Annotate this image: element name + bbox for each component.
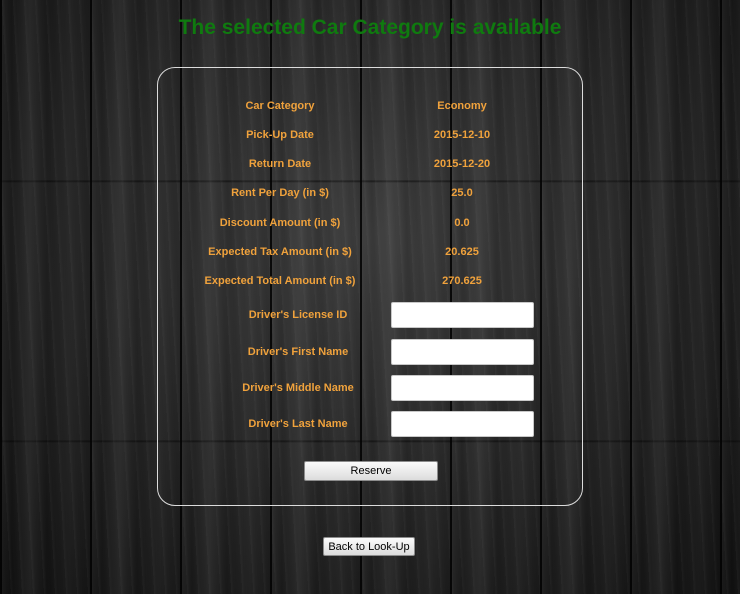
summary-row-tax: Expected Tax Amount (in $) 20.625: [158, 242, 584, 262]
summary-row-rent-per-day: Rent Per Day (in $) 25.0: [158, 183, 584, 203]
driver-first-name-row: Driver's First Name: [158, 339, 584, 365]
reservation-panel: Car Category Economy Pick-Up Date 2015-1…: [157, 67, 583, 506]
reserve-button[interactable]: Reserve: [304, 461, 438, 481]
summary-label: Car Category: [245, 100, 315, 112]
summary-label: Expected Total Amount (in $): [204, 275, 356, 287]
driver-license-label: Driver's License ID: [248, 309, 348, 321]
driver-first-name-label: Driver's First Name: [247, 346, 349, 358]
summary-value: 2015-12-20: [433, 158, 491, 170]
summary-value: 0.0: [454, 217, 470, 229]
summary-value: 25.0: [451, 187, 473, 199]
driver-middle-name-input[interactable]: [391, 375, 534, 401]
driver-middle-name-row: Driver's Middle Name: [158, 375, 584, 401]
summary-label: Pick-Up Date: [246, 129, 314, 141]
driver-last-name-row: Driver's Last Name: [158, 411, 584, 437]
summary-value: Economy: [437, 100, 487, 112]
page-title: The selected Car Category is available: [178, 16, 562, 39]
summary-label: Expected Tax Amount (in $): [208, 246, 352, 258]
driver-first-name-input[interactable]: [391, 339, 534, 365]
summary-label: Return Date: [248, 158, 312, 170]
summary-label: Rent Per Day (in $): [231, 187, 329, 199]
summary-row-return-date: Return Date 2015-12-20: [158, 154, 584, 174]
summary-row-discount: Discount Amount (in $) 0.0: [158, 213, 584, 233]
summary-value: 20.625: [445, 246, 479, 258]
summary-row-total: Expected Total Amount (in $) 270.625: [158, 271, 584, 291]
summary-value: 2015-12-10: [433, 129, 491, 141]
driver-license-row: Driver's License ID: [158, 302, 584, 328]
summary-value: 270.625: [442, 275, 482, 287]
back-to-lookup-button[interactable]: Back to Look-Up: [323, 537, 415, 556]
summary-label: Discount Amount (in $): [219, 217, 341, 229]
driver-license-input[interactable]: [391, 302, 534, 328]
driver-last-name-input[interactable]: [391, 411, 534, 437]
driver-last-name-label: Driver's Last Name: [248, 418, 348, 430]
summary-row-pickup-date: Pick-Up Date 2015-12-10: [158, 125, 584, 145]
summary-row-car-category: Car Category Economy: [158, 96, 584, 116]
driver-middle-name-label: Driver's Middle Name: [242, 382, 354, 394]
